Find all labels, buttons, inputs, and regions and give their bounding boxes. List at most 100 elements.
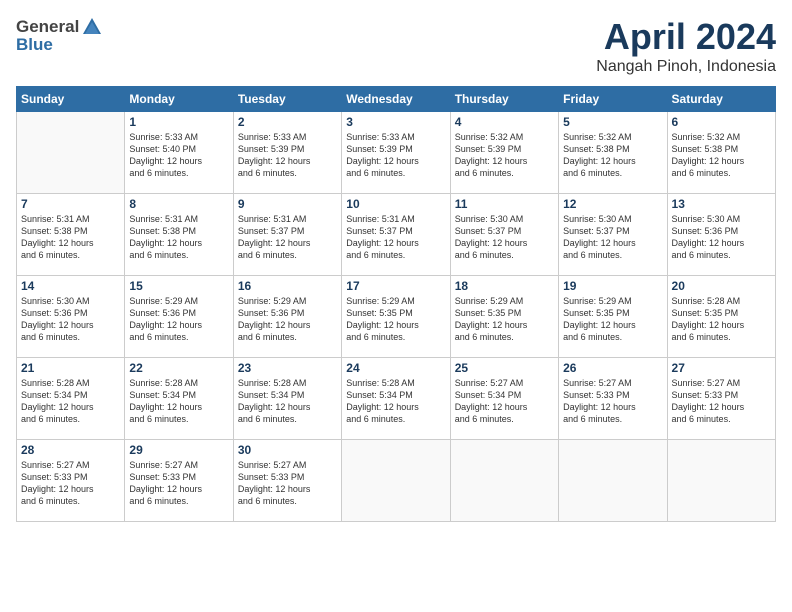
day-info: Sunrise: 5:32 AMSunset: 5:38 PMDaylight:…: [563, 131, 662, 180]
day-info: Sunrise: 5:29 AMSunset: 5:35 PMDaylight:…: [563, 295, 662, 344]
calendar-cell: 3 Sunrise: 5:33 AMSunset: 5:39 PMDaylight…: [342, 112, 450, 194]
day-number: 12: [563, 197, 662, 211]
day-info: Sunrise: 5:33 AMSunset: 5:40 PMDaylight:…: [129, 131, 228, 180]
logo-general-text: General: [16, 17, 79, 37]
calendar-header: SundayMondayTuesdayWednesdayThursdayFrid…: [17, 87, 776, 112]
calendar-cell: 24 Sunrise: 5:28 AMSunset: 5:34 PMDayligh…: [342, 358, 450, 440]
calendar-cell: 2 Sunrise: 5:33 AMSunset: 5:39 PMDaylight…: [233, 112, 341, 194]
day-number: 13: [672, 197, 771, 211]
day-info: Sunrise: 5:27 AMSunset: 5:33 PMDaylight:…: [129, 459, 228, 508]
calendar-cell: 10 Sunrise: 5:31 AMSunset: 5:37 PMDayligh…: [342, 194, 450, 276]
day-info: Sunrise: 5:32 AMSunset: 5:38 PMDaylight:…: [672, 131, 771, 180]
day-number: 24: [346, 361, 445, 375]
calendar-cell: 16 Sunrise: 5:29 AMSunset: 5:36 PMDayligh…: [233, 276, 341, 358]
day-number: 30: [238, 443, 337, 457]
day-number: 4: [455, 115, 554, 129]
calendar-cell: 9 Sunrise: 5:31 AMSunset: 5:37 PMDaylight…: [233, 194, 341, 276]
day-info: Sunrise: 5:31 AMSunset: 5:37 PMDaylight:…: [346, 213, 445, 262]
day-info: Sunrise: 5:29 AMSunset: 5:36 PMDaylight:…: [238, 295, 337, 344]
calendar-cell: [450, 440, 558, 522]
col-header-monday: Monday: [125, 87, 233, 112]
day-info: Sunrise: 5:29 AMSunset: 5:35 PMDaylight:…: [455, 295, 554, 344]
day-info: Sunrise: 5:30 AMSunset: 5:36 PMDaylight:…: [672, 213, 771, 262]
calendar-cell: [667, 440, 775, 522]
calendar-cell: 5 Sunrise: 5:32 AMSunset: 5:38 PMDaylight…: [559, 112, 667, 194]
calendar-cell: 12 Sunrise: 5:30 AMSunset: 5:37 PMDayligh…: [559, 194, 667, 276]
calendar-cell: 26 Sunrise: 5:27 AMSunset: 5:33 PMDayligh…: [559, 358, 667, 440]
calendar-cell: 17 Sunrise: 5:29 AMSunset: 5:35 PMDayligh…: [342, 276, 450, 358]
day-info: Sunrise: 5:27 AMSunset: 5:33 PMDaylight:…: [21, 459, 120, 508]
day-info: Sunrise: 5:28 AMSunset: 5:34 PMDaylight:…: [21, 377, 120, 426]
calendar-cell: 23 Sunrise: 5:28 AMSunset: 5:34 PMDayligh…: [233, 358, 341, 440]
day-number: 17: [346, 279, 445, 293]
day-info: Sunrise: 5:28 AMSunset: 5:35 PMDaylight:…: [672, 295, 771, 344]
day-number: 22: [129, 361, 228, 375]
calendar-cell: 13 Sunrise: 5:30 AMSunset: 5:36 PMDayligh…: [667, 194, 775, 276]
col-header-tuesday: Tuesday: [233, 87, 341, 112]
day-number: 28: [21, 443, 120, 457]
day-number: 18: [455, 279, 554, 293]
calendar-cell: 22Sunrise: 5:28 AMSunset: 5:34 PMDayligh…: [125, 358, 233, 440]
day-number: 14: [21, 279, 120, 293]
calendar-cell: 15Sunrise: 5:29 AMSunset: 5:36 PMDayligh…: [125, 276, 233, 358]
col-header-sunday: Sunday: [17, 87, 125, 112]
calendar-cell: 20 Sunrise: 5:28 AMSunset: 5:35 PMDayligh…: [667, 276, 775, 358]
day-number: 26: [563, 361, 662, 375]
day-info: Sunrise: 5:28 AMSunset: 5:34 PMDaylight:…: [238, 377, 337, 426]
day-info: Sunrise: 5:31 AMSunset: 5:38 PMDaylight:…: [129, 213, 228, 262]
calendar-cell: 4 Sunrise: 5:32 AMSunset: 5:39 PMDaylight…: [450, 112, 558, 194]
logo: General Blue: [16, 16, 103, 55]
col-header-thursday: Thursday: [450, 87, 558, 112]
calendar-cell: 18 Sunrise: 5:29 AMSunset: 5:35 PMDayligh…: [450, 276, 558, 358]
day-info: Sunrise: 5:27 AMSunset: 5:33 PMDaylight:…: [563, 377, 662, 426]
logo-blue-text: Blue: [16, 35, 103, 55]
day-info: Sunrise: 5:30 AMSunset: 5:37 PMDaylight:…: [563, 213, 662, 262]
main-title: April 2024: [596, 16, 776, 58]
col-header-friday: Friday: [559, 87, 667, 112]
day-number: 27: [672, 361, 771, 375]
calendar-table: SundayMondayTuesdayWednesdayThursdayFrid…: [16, 86, 776, 522]
day-info: Sunrise: 5:29 AMSunset: 5:35 PMDaylight:…: [346, 295, 445, 344]
day-number: 25: [455, 361, 554, 375]
day-info: Sunrise: 5:31 AMSunset: 5:38 PMDaylight:…: [21, 213, 120, 262]
day-number: 11: [455, 197, 554, 211]
day-info: Sunrise: 5:33 AMSunset: 5:39 PMDaylight:…: [346, 131, 445, 180]
day-number: 9: [238, 197, 337, 211]
title-area: April 2024 Nangah Pinoh, Indonesia: [596, 16, 776, 76]
day-number: 7: [21, 197, 120, 211]
calendar-cell: [342, 440, 450, 522]
day-info: Sunrise: 5:28 AMSunset: 5:34 PMDaylight:…: [346, 377, 445, 426]
day-number: 1: [129, 115, 228, 129]
day-info: Sunrise: 5:30 AMSunset: 5:37 PMDaylight:…: [455, 213, 554, 262]
day-number: 21: [21, 361, 120, 375]
day-number: 16: [238, 279, 337, 293]
day-info: Sunrise: 5:29 AMSunset: 5:36 PMDaylight:…: [129, 295, 228, 344]
day-info: Sunrise: 5:27 AMSunset: 5:34 PMDaylight:…: [455, 377, 554, 426]
day-info: Sunrise: 5:33 AMSunset: 5:39 PMDaylight:…: [238, 131, 337, 180]
calendar-cell: [559, 440, 667, 522]
day-number: 8: [129, 197, 228, 211]
day-info: Sunrise: 5:27 AMSunset: 5:33 PMDaylight:…: [672, 377, 771, 426]
day-info: Sunrise: 5:32 AMSunset: 5:39 PMDaylight:…: [455, 131, 554, 180]
calendar-cell: 14 Sunrise: 5:30 AMSunset: 5:36 PMDayligh…: [17, 276, 125, 358]
calendar-cell: 30 Sunrise: 5:27 AMSunset: 5:33 PMDayligh…: [233, 440, 341, 522]
day-number: 5: [563, 115, 662, 129]
calendar-cell: 11 Sunrise: 5:30 AMSunset: 5:37 PMDayligh…: [450, 194, 558, 276]
day-number: 6: [672, 115, 771, 129]
calendar-cell: 6 Sunrise: 5:32 AMSunset: 5:38 PMDaylight…: [667, 112, 775, 194]
day-number: 10: [346, 197, 445, 211]
day-number: 3: [346, 115, 445, 129]
day-info: Sunrise: 5:27 AMSunset: 5:33 PMDaylight:…: [238, 459, 337, 508]
day-info: Sunrise: 5:30 AMSunset: 5:36 PMDaylight:…: [21, 295, 120, 344]
calendar-cell: 28 Sunrise: 5:27 AMSunset: 5:33 PMDayligh…: [17, 440, 125, 522]
calendar-cell: 7 Sunrise: 5:31 AMSunset: 5:38 PMDaylight…: [17, 194, 125, 276]
day-number: 23: [238, 361, 337, 375]
calendar-cell: [17, 112, 125, 194]
day-number: 20: [672, 279, 771, 293]
calendar-cell: 19 Sunrise: 5:29 AMSunset: 5:35 PMDayligh…: [559, 276, 667, 358]
day-number: 19: [563, 279, 662, 293]
subtitle: Nangah Pinoh, Indonesia: [596, 58, 776, 76]
day-number: 2: [238, 115, 337, 129]
day-info: Sunrise: 5:31 AMSunset: 5:37 PMDaylight:…: [238, 213, 337, 262]
calendar-cell: 21 Sunrise: 5:28 AMSunset: 5:34 PMDayligh…: [17, 358, 125, 440]
